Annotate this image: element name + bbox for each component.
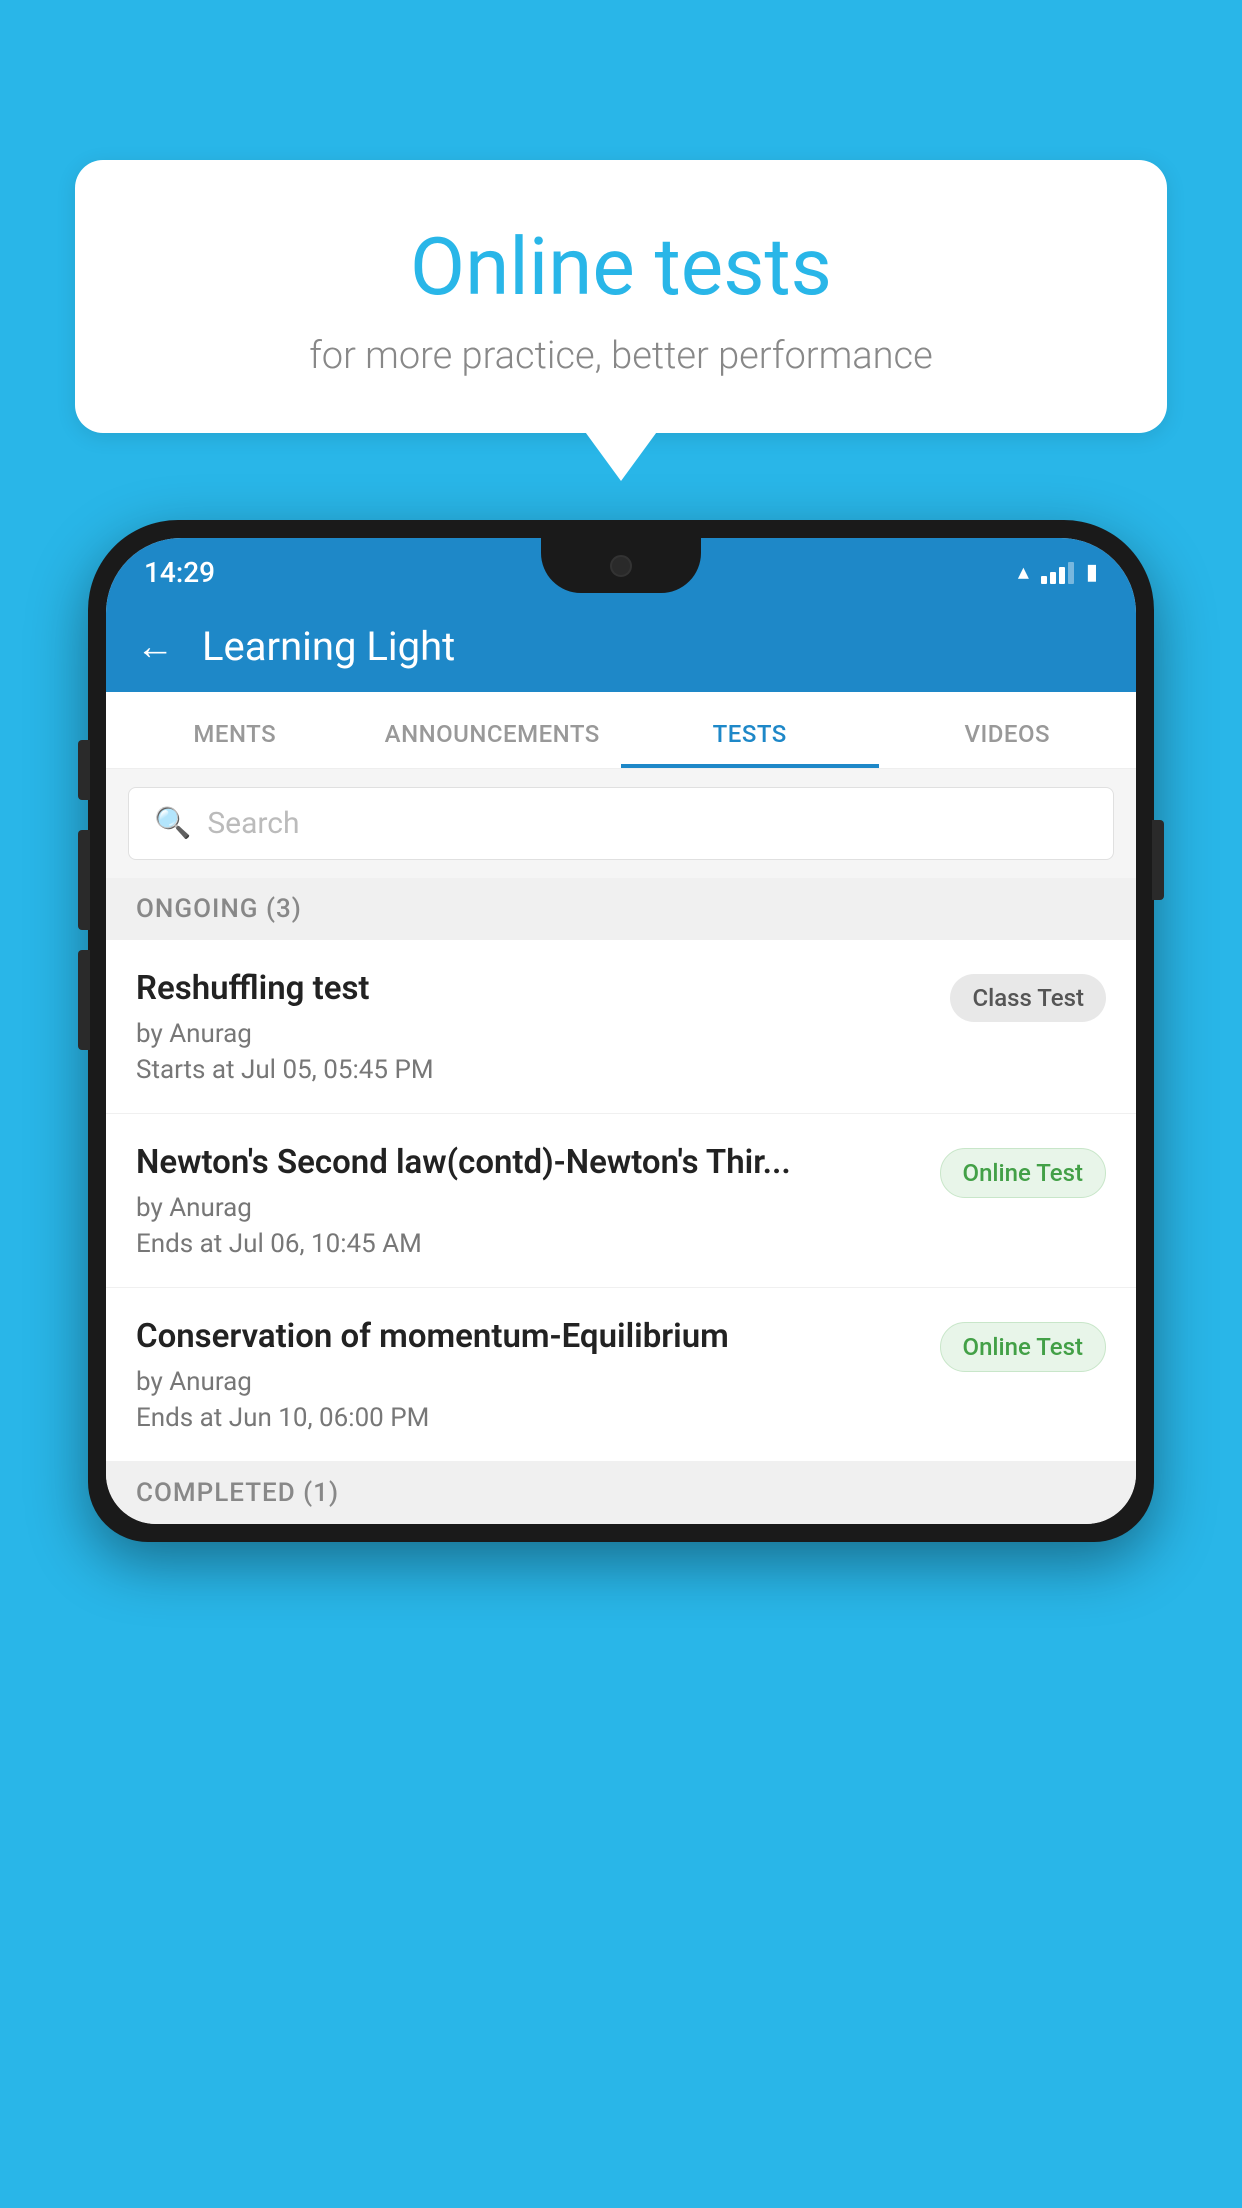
tabs-bar: MENTS ANNOUNCEMENTS TESTS VIDEOS [106, 692, 1136, 769]
speech-bubble: Online tests for more practice, better p… [75, 160, 1167, 433]
ongoing-section-header: ONGOING (3) [106, 878, 1136, 940]
status-bar: 14:29 ▴ ▮ [106, 538, 1136, 601]
phone-device: 14:29 ▴ ▮ [88, 520, 1154, 2208]
online-tests-subtitle: for more practice, better performance [125, 334, 1117, 378]
front-camera [610, 555, 632, 577]
search-icon: 🔍 [154, 806, 191, 841]
test-item[interactable]: Conservation of momentum-Equilibrium by … [106, 1288, 1136, 1462]
tab-ments[interactable]: MENTS [106, 692, 364, 768]
completed-section-header: COMPLETED (1) [106, 1462, 1136, 1524]
battery-icon: ▮ [1086, 560, 1098, 585]
signal-bar-4 [1068, 562, 1074, 584]
volume-up-button [78, 830, 90, 930]
test-badge-class: Class Test [950, 974, 1106, 1022]
test-badge-online: Online Test [940, 1322, 1106, 1372]
test-item-content: Newton's Second law(contd)-Newton's Thir… [136, 1142, 940, 1259]
tab-videos[interactable]: VIDEOS [879, 692, 1137, 768]
completed-header-text: COMPLETED (1) [136, 1478, 339, 1508]
test-date: Ends at Jun 10, 06:00 PM [136, 1403, 920, 1433]
phone-notch [541, 538, 701, 593]
test-author: by Anurag [136, 1019, 930, 1049]
signal-bar-3 [1059, 567, 1065, 584]
signal-bar-1 [1041, 576, 1047, 584]
test-title: Newton's Second law(contd)-Newton's Thir… [136, 1142, 920, 1185]
tab-announcements[interactable]: ANNOUNCEMENTS [364, 692, 622, 768]
search-bar[interactable]: 🔍 Search [128, 787, 1114, 860]
test-author: by Anurag [136, 1367, 920, 1397]
test-date: Starts at Jul 05, 05:45 PM [136, 1055, 930, 1085]
test-item[interactable]: Reshuffling test by Anurag Starts at Jul… [106, 940, 1136, 1114]
app-title: Learning Light [202, 623, 455, 670]
status-icons: ▴ ▮ [1018, 560, 1098, 585]
test-badge-online: Online Test [940, 1148, 1106, 1198]
ongoing-header-text: ONGOING (3) [136, 894, 302, 924]
search-container: 🔍 Search [106, 769, 1136, 878]
phone-frame: 14:29 ▴ ▮ [88, 520, 1154, 1542]
test-item-content: Conservation of momentum-Equilibrium by … [136, 1316, 940, 1433]
test-title: Conservation of momentum-Equilibrium [136, 1316, 920, 1359]
power-button [1152, 820, 1164, 900]
volume-down-button [78, 950, 90, 1050]
status-time: 14:29 [144, 556, 215, 589]
signal-bar-2 [1050, 572, 1056, 584]
test-title: Reshuffling test [136, 968, 930, 1011]
test-item[interactable]: Newton's Second law(contd)-Newton's Thir… [106, 1114, 1136, 1288]
test-date: Ends at Jul 06, 10:45 AM [136, 1229, 920, 1259]
signal-icon [1041, 562, 1074, 584]
wifi-icon: ▴ [1018, 560, 1029, 585]
test-author: by Anurag [136, 1193, 920, 1223]
app-header: ← Learning Light [106, 601, 1136, 692]
search-placeholder: Search [207, 806, 299, 841]
tab-tests[interactable]: TESTS [621, 692, 879, 768]
back-arrow-icon[interactable]: ← [136, 625, 174, 669]
online-tests-title: Online tests [125, 220, 1117, 314]
test-item-content: Reshuffling test by Anurag Starts at Jul… [136, 968, 950, 1085]
silent-button [78, 740, 90, 800]
phone-screen: 14:29 ▴ ▮ [106, 538, 1136, 1524]
